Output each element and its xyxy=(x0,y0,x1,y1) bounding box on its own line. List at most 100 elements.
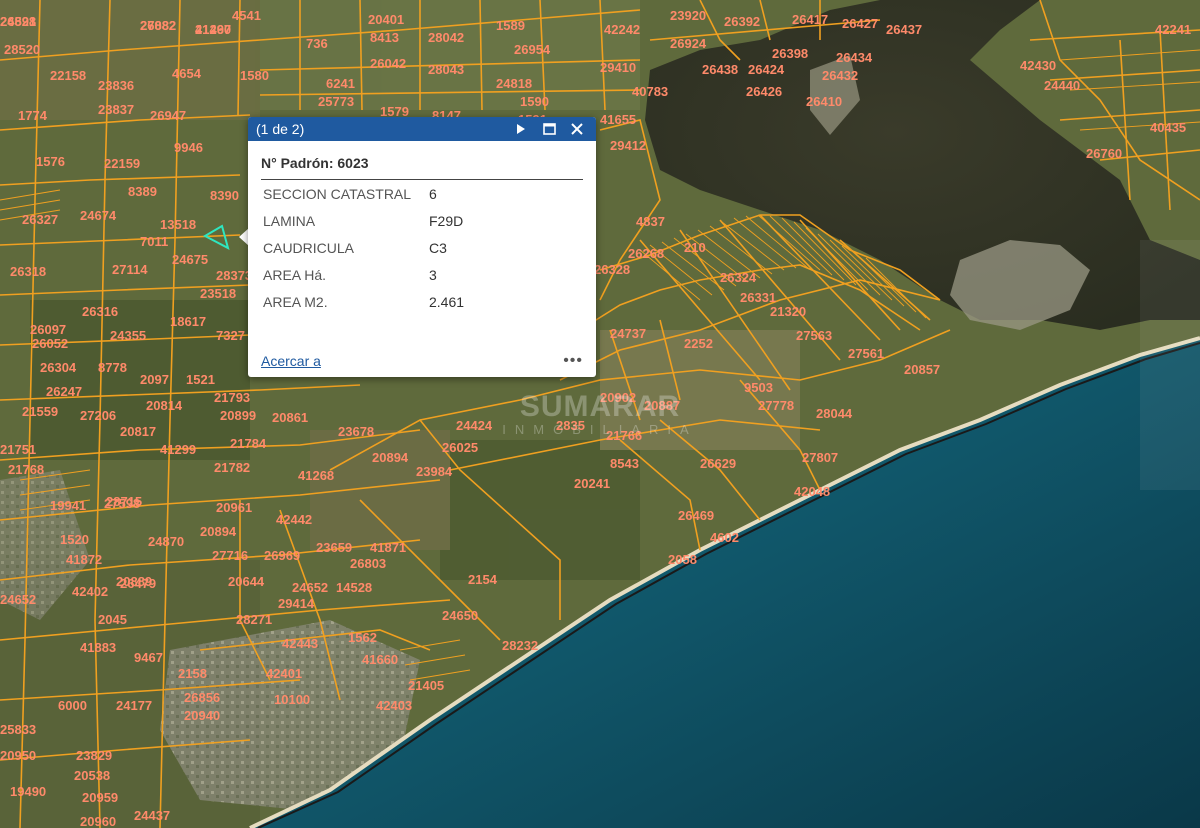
parcel-number-label: 21320 xyxy=(770,304,806,319)
parcel-number-label: 20814 xyxy=(146,398,183,413)
parcel-number-label: 23920 xyxy=(670,8,706,23)
parcel-number-label: 23837 xyxy=(98,102,134,117)
parcel-number-label: 42241 xyxy=(1155,22,1191,37)
parcel-number-label: 4602 xyxy=(710,530,739,545)
parcel-number-label: 26760 xyxy=(1086,146,1122,161)
parcel-number-label: 22159 xyxy=(104,156,140,171)
attribute-value: F29D xyxy=(429,212,464,229)
parcel-number-label: 42443 xyxy=(282,636,318,651)
parcel-number-label: 26025 xyxy=(442,440,478,455)
parcel-number-label: 18617 xyxy=(170,314,206,329)
parcel-number-label: 24440 xyxy=(1044,78,1080,93)
parcel-number-label: 20817 xyxy=(120,424,156,439)
parcel-number-label: 20961 xyxy=(216,500,252,515)
parcel-number-label: 24674 xyxy=(80,208,117,223)
parcel-number-label: 26437 xyxy=(886,22,922,37)
parcel-number-label: 26424 xyxy=(748,62,785,77)
parcel-number-label: 28044 xyxy=(816,406,853,421)
parcel-number-label: 21290 xyxy=(195,22,231,37)
parcel-number-label: 2252 xyxy=(684,336,713,351)
parcel-number-label: 20857 xyxy=(904,362,940,377)
parcel-number-label: 7011 xyxy=(140,234,168,249)
parcel-number-label: 27807 xyxy=(802,450,838,465)
parcel-number-label: 27561 xyxy=(848,346,884,361)
parcel-number-label: 8389 xyxy=(128,184,157,199)
parcel-number-label: 23518 xyxy=(200,286,236,301)
parcel-number-label: 24652 xyxy=(292,580,328,595)
parcel-number-label: 4837 xyxy=(636,214,665,229)
parcel-number-label: 1580 xyxy=(240,68,269,83)
parcel-number-label: 41872 xyxy=(66,552,102,567)
parcel-number-label: 1521 xyxy=(186,372,215,387)
parcel-number-label: 26327 xyxy=(22,212,58,227)
close-icon xyxy=(571,123,583,135)
parcel-number-label: 26947 xyxy=(150,108,186,123)
parcel-number-label: 4654 xyxy=(172,66,202,81)
next-feature-button[interactable] xyxy=(510,119,532,139)
parcel-number-label: 28373 xyxy=(216,268,252,283)
attribute-row: SECCION CATASTRAL 6 xyxy=(261,180,583,207)
parcel-number-label: 1520 xyxy=(60,532,89,547)
attribute-name: AREA M2. xyxy=(263,293,328,310)
parcel-number-label: 23659 xyxy=(316,540,352,555)
attribute-name: SECCION CATASTRAL xyxy=(263,185,412,202)
parcel-number-label: 42430 xyxy=(1020,58,1056,73)
parcel-number-label: 42402 xyxy=(72,584,108,599)
attribute-value: 6 xyxy=(429,185,437,202)
parcel-number-label: 28715 xyxy=(106,494,142,509)
parcel-number-label: 28232 xyxy=(502,638,538,653)
parcel-number-label: 1562 xyxy=(348,630,377,645)
parcel-number-label: 20894 xyxy=(372,450,409,465)
attribute-row: LAMINA F29D xyxy=(261,207,583,234)
parcel-number-label: 26426 xyxy=(746,84,782,99)
parcel-number-label: 41871 xyxy=(370,540,406,555)
attribute-name: CAUDRICULA xyxy=(263,239,355,256)
parcel-number-label: 8413 xyxy=(370,30,399,45)
parcel-number-label: 1576 xyxy=(36,154,65,169)
maximize-button[interactable] xyxy=(538,119,560,139)
parcel-number-label: 27716 xyxy=(212,548,248,563)
popup-body: N° Padrón: 6023 SECCION CATASTRAL 6 LAMI… xyxy=(248,141,596,315)
close-button[interactable] xyxy=(566,119,588,139)
parcel-number-label: 42403 xyxy=(376,698,412,713)
parcel-number-label: 40783 xyxy=(632,84,668,99)
parcel-number-label: 21784 xyxy=(230,436,267,451)
attribute-value: 2.461 xyxy=(429,293,465,310)
parcel-number-label: 26969 xyxy=(264,548,300,563)
popup-title: N° Padrón: 6023 xyxy=(261,155,583,180)
parcel-number-label: 26052 xyxy=(32,336,68,351)
zoom-to-link[interactable]: Acercar a xyxy=(261,353,321,369)
parcel-number-label: 26432 xyxy=(822,68,858,83)
parcel-number-label: 21766 xyxy=(606,428,642,443)
parcel-number-label: 8390 xyxy=(210,188,239,203)
more-options-button[interactable]: ••• xyxy=(563,353,583,369)
ocean-shade xyxy=(1140,240,1200,490)
popup-header: (1 de 2) xyxy=(248,117,596,141)
attribute-name: LAMINA xyxy=(263,212,316,229)
parcel-number-label: 28042 xyxy=(428,30,464,45)
parcel-number-label: 20940 xyxy=(184,708,220,723)
parcel-number-label: 14528 xyxy=(336,580,372,595)
parcel-number-label: 7327 xyxy=(216,328,245,343)
parcel-number-label: 24652 xyxy=(0,592,36,607)
play-icon xyxy=(517,124,525,134)
parcel-number-label: 6241 xyxy=(326,76,355,91)
parcel-number-label: 20538 xyxy=(74,768,110,783)
parcel-number-label: 1589 xyxy=(496,18,525,33)
parcel-number-label: 26042 xyxy=(370,56,406,71)
parcel-number-label: 9946 xyxy=(174,140,203,155)
parcel-number-label: 40435 xyxy=(1150,120,1186,135)
parcel-number-label: 42242 xyxy=(604,22,640,37)
satellite-map[interactable]: 24521 27082 414674541 20401 1589 4224223920 26… xyxy=(0,0,1200,828)
parcel-number-label: 28520 xyxy=(4,42,40,57)
parcel-number-label: 2835 xyxy=(556,418,585,433)
parcel-number-label: 26324 xyxy=(720,270,757,285)
parcel-number-label: 26247 xyxy=(46,384,82,399)
parcel-number-label: 21559 xyxy=(22,404,58,419)
parcel-number-label: 2154 xyxy=(468,572,498,587)
parcel-number-label: 26924 xyxy=(670,36,707,51)
parcel-number-label: 26304 xyxy=(40,360,77,375)
parcel-number-label: 26097 xyxy=(30,322,66,337)
parcel-number-label: 9467 xyxy=(134,650,163,665)
parcel-number-label: 41655 xyxy=(600,112,636,127)
